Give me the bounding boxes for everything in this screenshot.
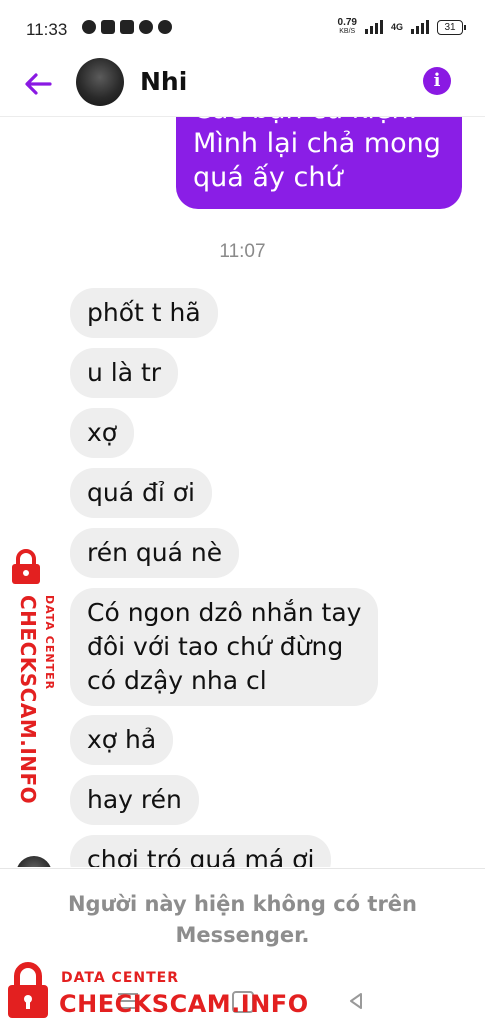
notification-icons — [82, 20, 172, 34]
lock-icon — [8, 962, 48, 1018]
lock-icon — [12, 549, 40, 584]
contact-name[interactable]: Nhi — [140, 67, 187, 96]
message-list[interactable]: Các bạn cũ kiện. Mình lại chả mong quá ấ… — [0, 117, 485, 867]
chat-header: Nhi i — [0, 56, 485, 117]
sender-avatar — [16, 856, 52, 867]
nav-back-icon[interactable] — [346, 991, 366, 1011]
info-icon[interactable]: i — [423, 67, 451, 95]
incoming-message[interactable]: xợ hả — [70, 715, 174, 765]
network-type: 4G — [390, 22, 403, 32]
unavailable-notice: Người này hiện không có trên Messenger. — [67, 892, 418, 947]
watermark-vertical: DATA CENTER CHECKSCAM.INFO — [2, 537, 58, 804]
incoming-message[interactable]: Có ngon dzô nhắn tay đôi với tao chứ đừn… — [70, 588, 379, 706]
watermark-title: CHECKSCAM.INFO — [59, 990, 309, 1018]
incoming-message[interactable]: phốt t hã — [70, 288, 218, 338]
messenger-icon — [158, 20, 172, 34]
battery-icon: 31 — [437, 19, 466, 35]
back-arrow-icon[interactable] — [22, 68, 54, 100]
calendar-icon — [120, 20, 134, 34]
outgoing-message[interactable]: Các bạn cũ kiện. Mình lại chả mong quá ấ… — [176, 117, 462, 209]
status-bar: 11:33 0.79 KB/S 4G 31 — [0, 0, 485, 56]
message-timestamp: 11:07 — [219, 241, 266, 262]
facebook-icon — [82, 20, 96, 34]
signal-icon-2 — [411, 20, 429, 34]
incoming-message[interactable]: u là tr — [70, 348, 179, 398]
network-speed: 0.79 KB/S — [337, 17, 357, 36]
instagram-icon — [101, 20, 115, 34]
incoming-message[interactable]: xợ — [70, 408, 135, 458]
incoming-message[interactable]: chơi tró quá má ơi — [70, 835, 332, 867]
telegram-icon — [139, 20, 153, 34]
status-time: 11:33 — [26, 20, 68, 39]
signal-icon — [364, 20, 383, 34]
status-right: 0.79 KB/S 4G 31 — [337, 17, 466, 36]
incoming-message[interactable]: rén quá nè — [70, 528, 240, 578]
avatar[interactable] — [76, 58, 124, 106]
watermark-logo: DATA CENTER CHECKSCAM.INFO — [0, 958, 308, 1024]
watermark-subtitle: DATA CENTER — [61, 970, 179, 986]
incoming-message[interactable]: hay rén — [70, 775, 199, 825]
incoming-message[interactable]: quá đỉ ơi — [70, 468, 212, 518]
